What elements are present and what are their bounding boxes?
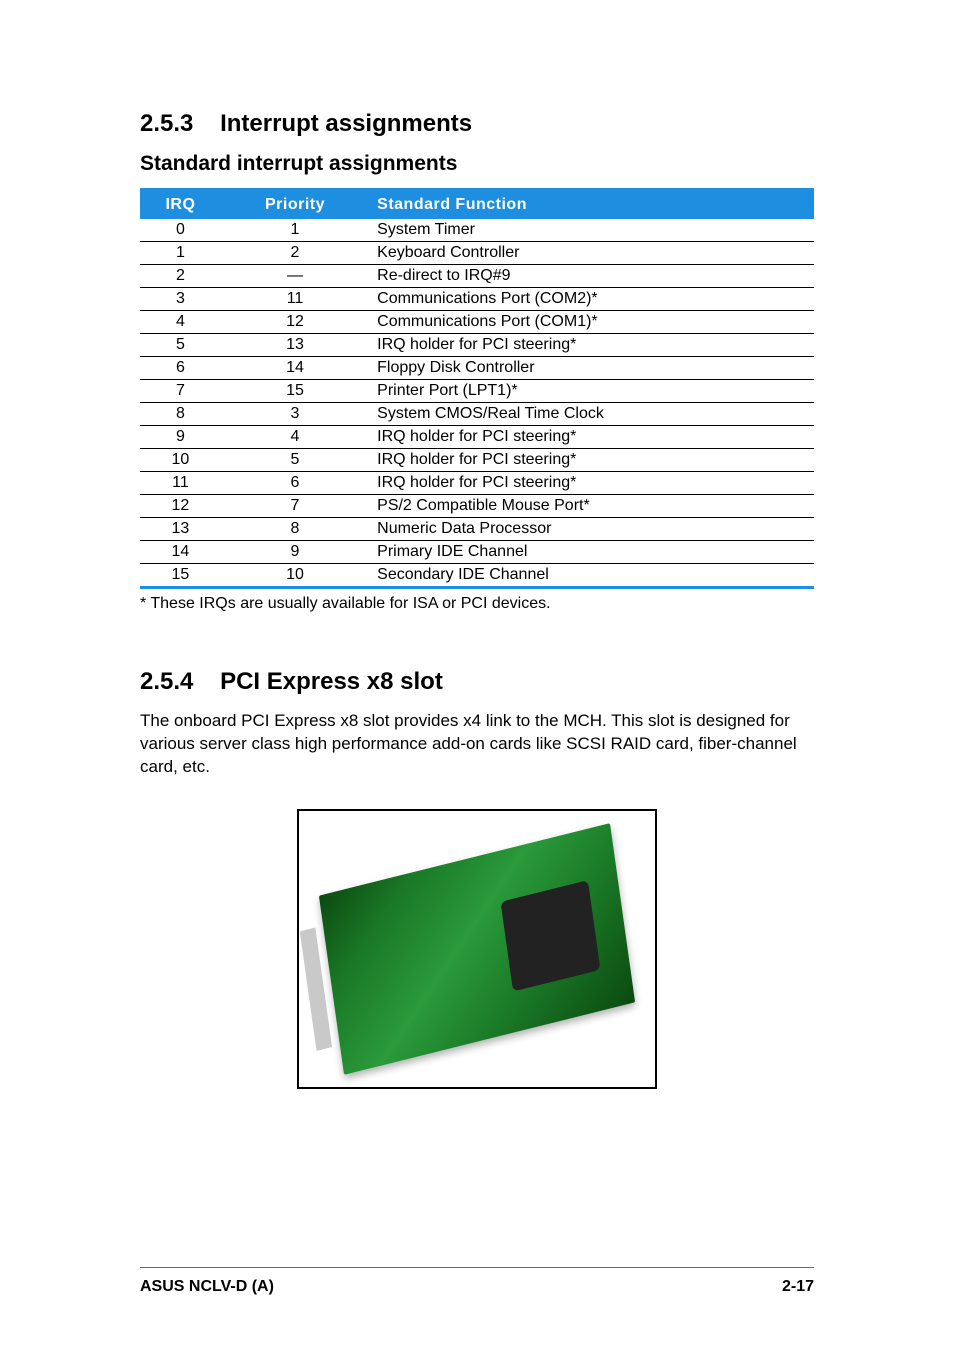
- cell-function: Primary IDE Channel: [369, 541, 814, 564]
- table-row: 127PS/2 Compatible Mouse Port*: [140, 495, 814, 518]
- cell-priority: 3: [221, 403, 369, 426]
- cell-irq: 13: [140, 518, 221, 541]
- table-row: 311Communications Port (COM2)*: [140, 288, 814, 311]
- cell-irq: 3: [140, 288, 221, 311]
- cell-priority: 12: [221, 311, 369, 334]
- cell-priority: 8: [221, 518, 369, 541]
- cell-irq: 4: [140, 311, 221, 334]
- cell-function: PS/2 Compatible Mouse Port*: [369, 495, 814, 518]
- section-title: PCI Express x8 slot: [220, 668, 443, 695]
- table-row: 2—Re-direct to IRQ#9: [140, 265, 814, 288]
- cell-function: System CMOS/Real Time Clock: [369, 403, 814, 426]
- section-number: 2.5.4: [140, 668, 193, 695]
- cell-priority: 1: [221, 219, 369, 242]
- cell-function: IRQ holder for PCI steering*: [369, 449, 814, 472]
- cell-priority: 14: [221, 357, 369, 380]
- cell-irq: 8: [140, 403, 221, 426]
- cell-function: Re-direct to IRQ#9: [369, 265, 814, 288]
- table-row: 513IRQ holder for PCI steering*: [140, 334, 814, 357]
- cell-priority: 4: [221, 426, 369, 449]
- cell-function: Communications Port (COM2)*: [369, 288, 814, 311]
- cell-function: IRQ holder for PCI steering*: [369, 472, 814, 495]
- table-row: 105IRQ holder for PCI steering*: [140, 449, 814, 472]
- table-row: 614Floppy Disk Controller: [140, 357, 814, 380]
- table-row: 149Primary IDE Channel: [140, 541, 814, 564]
- th-irq: IRQ: [140, 191, 221, 219]
- cell-function: Secondary IDE Channel: [369, 564, 814, 587]
- cell-priority: 15: [221, 380, 369, 403]
- cell-priority: —: [221, 265, 369, 288]
- table-footnote: * These IRQs are usually available for I…: [140, 595, 814, 613]
- table-row: 412Communications Port (COM1)*: [140, 311, 814, 334]
- cell-priority: 10: [221, 564, 369, 587]
- cell-function: IRQ holder for PCI steering*: [369, 426, 814, 449]
- table-row: 01System Timer: [140, 219, 814, 242]
- footer-right: 2-17: [782, 1278, 814, 1296]
- table-row: 715Printer Port (LPT1)*: [140, 380, 814, 403]
- cell-function: Floppy Disk Controller: [369, 357, 814, 380]
- table-row: 12Keyboard Controller: [140, 242, 814, 265]
- section-title: Interrupt assignments: [220, 110, 472, 137]
- section-heading-interrupt: 2.5.3 Interrupt assignments: [140, 110, 814, 138]
- cell-function: Numeric Data Processor: [369, 518, 814, 541]
- irq-table-wrap: IRQ Priority Standard Function 01System …: [140, 188, 814, 589]
- cell-priority: 13: [221, 334, 369, 357]
- cell-irq: 14: [140, 541, 221, 564]
- cell-irq: 0: [140, 219, 221, 242]
- pcie-body-text: The onboard PCI Express x8 slot provides…: [140, 710, 814, 779]
- cell-function: System Timer: [369, 219, 814, 242]
- cell-irq: 9: [140, 426, 221, 449]
- cell-function: Keyboard Controller: [369, 242, 814, 265]
- cell-priority: 11: [221, 288, 369, 311]
- cell-irq: 7: [140, 380, 221, 403]
- cell-function: Communications Port (COM1)*: [369, 311, 814, 334]
- pcie-card-shape: [319, 823, 635, 1075]
- irq-table: IRQ Priority Standard Function 01System …: [140, 191, 814, 586]
- cell-irq: 11: [140, 472, 221, 495]
- page-footer: ASUS NCLV-D (A) 2-17: [140, 1267, 814, 1296]
- cell-irq: 12: [140, 495, 221, 518]
- table-row: 1510Secondary IDE Channel: [140, 564, 814, 587]
- cell-priority: 6: [221, 472, 369, 495]
- cell-function: IRQ holder for PCI steering*: [369, 334, 814, 357]
- th-function: Standard Function: [369, 191, 814, 219]
- cell-irq: 1: [140, 242, 221, 265]
- cell-priority: 9: [221, 541, 369, 564]
- section-number: 2.5.3: [140, 110, 193, 137]
- footer-left: ASUS NCLV-D (A): [140, 1278, 274, 1296]
- table-row: 83System CMOS/Real Time Clock: [140, 403, 814, 426]
- cell-irq: 10: [140, 449, 221, 472]
- subsection-heading: Standard interrupt assignments: [140, 152, 814, 176]
- section-heading-pcie: 2.5.4 PCI Express x8 slot: [140, 668, 814, 696]
- table-row: 94IRQ holder for PCI steering*: [140, 426, 814, 449]
- cell-irq: 5: [140, 334, 221, 357]
- table-row: 138Numeric Data Processor: [140, 518, 814, 541]
- cell-irq: 6: [140, 357, 221, 380]
- cell-priority: 7: [221, 495, 369, 518]
- cell-irq: 15: [140, 564, 221, 587]
- pcie-card-image: [297, 809, 657, 1089]
- cell-irq: 2: [140, 265, 221, 288]
- cell-priority: 2: [221, 242, 369, 265]
- th-priority: Priority: [221, 191, 369, 219]
- table-row: 116IRQ holder for PCI steering*: [140, 472, 814, 495]
- cell-function: Printer Port (LPT1)*: [369, 380, 814, 403]
- cell-priority: 5: [221, 449, 369, 472]
